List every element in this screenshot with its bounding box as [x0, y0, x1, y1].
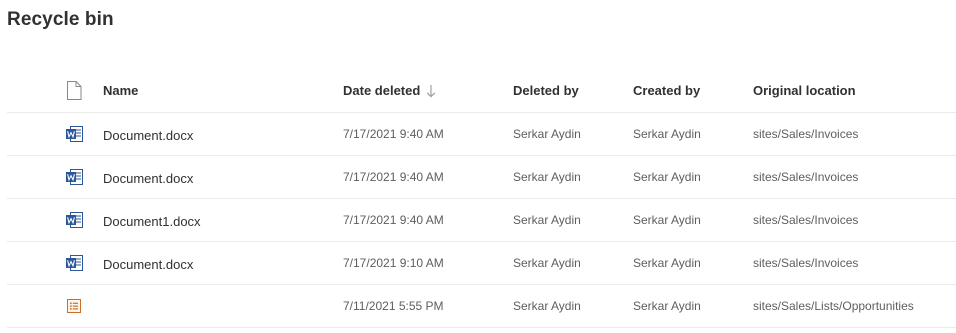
created-by: Serkar Aydin — [633, 256, 701, 270]
original-location: sites/Sales/Invoices — [753, 127, 859, 141]
created-by: Serkar Aydin — [633, 170, 701, 184]
column-header-original-location[interactable]: Original location — [753, 69, 856, 112]
page-title: Recycle bin — [7, 9, 114, 30]
original-location: sites/Sales/Lists/Opportunities — [753, 299, 914, 313]
sort-descending-icon — [426, 84, 436, 98]
created-by: Serkar Aydin — [633, 127, 701, 141]
file-type-header-icon[interactable] — [59, 69, 89, 112]
list-item-icon — [59, 285, 89, 327]
original-location: sites/Sales/Invoices — [753, 256, 859, 270]
date-deleted: 7/11/2021 5:55 PM — [343, 299, 444, 313]
word-document-icon — [59, 242, 89, 284]
original-location: sites/Sales/Invoices — [753, 213, 859, 227]
column-header-created-by[interactable]: Created by — [633, 69, 700, 112]
created-by: Serkar Aydin — [633, 299, 701, 313]
word-document-icon — [59, 156, 89, 198]
column-header-name[interactable]: Name — [103, 69, 138, 112]
column-header-date-deleted-label: Date deleted — [343, 83, 421, 98]
deleted-by: Serkar Aydin — [513, 213, 581, 227]
date-deleted: 7/17/2021 9:40 AM — [343, 170, 444, 184]
recycle-bin-list: Name Date deleted Deleted by Created by … — [7, 69, 956, 328]
deleted-by: Serkar Aydin — [513, 170, 581, 184]
file-name[interactable]: Document.docx — [103, 157, 193, 199]
column-header-date-deleted[interactable]: Date deleted — [343, 69, 436, 112]
date-deleted: 7/17/2021 9:10 AM — [343, 256, 444, 270]
word-document-icon — [59, 113, 89, 155]
file-name[interactable]: Document1.docx — [103, 200, 201, 242]
table-row[interactable]: Document.docx 7/17/2021 9:40 AM Serkar A… — [7, 156, 956, 199]
original-location: sites/Sales/Invoices — [753, 170, 859, 184]
list-header: Name Date deleted Deleted by Created by … — [7, 69, 956, 113]
date-deleted: 7/17/2021 9:40 AM — [343, 213, 444, 227]
deleted-by: Serkar Aydin — [513, 299, 581, 313]
word-document-icon — [59, 199, 89, 241]
table-row[interactable]: Document.docx 7/17/2021 9:10 AM Serkar A… — [7, 242, 956, 285]
date-deleted: 7/17/2021 9:40 AM — [343, 127, 444, 141]
column-header-deleted-by[interactable]: Deleted by — [513, 69, 579, 112]
created-by: Serkar Aydin — [633, 213, 701, 227]
table-row[interactable]: 7/11/2021 5:55 PM Serkar Aydin Serkar Ay… — [7, 285, 956, 328]
table-row[interactable]: Document1.docx 7/17/2021 9:40 AM Serkar … — [7, 199, 956, 242]
deleted-by: Serkar Aydin — [513, 256, 581, 270]
file-name[interactable]: Document.docx — [103, 243, 193, 285]
file-name[interactable]: Document.docx — [103, 114, 193, 156]
table-row[interactable]: Document.docx 7/17/2021 9:40 AM Serkar A… — [7, 113, 956, 156]
deleted-by: Serkar Aydin — [513, 127, 581, 141]
